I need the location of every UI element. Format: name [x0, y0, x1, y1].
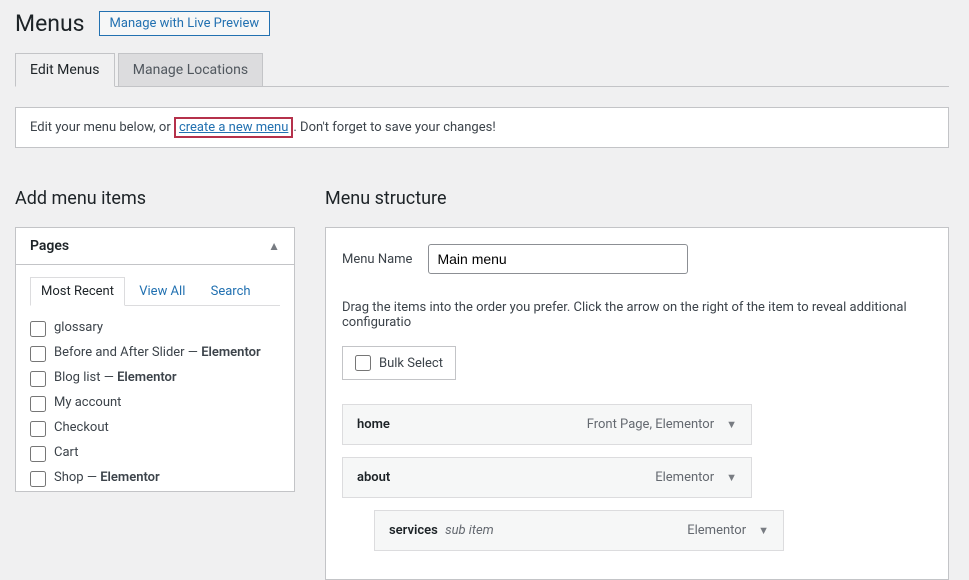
page-label: glossary: [54, 320, 103, 335]
menu-item-type: Front Page, Elementor: [587, 417, 714, 432]
menu-item-type: Elementor: [687, 523, 746, 538]
bulk-select-label: Bulk Select: [379, 356, 443, 371]
page-label: My account: [54, 395, 121, 410]
list-item: Cart: [30, 441, 272, 466]
subtab-most-recent[interactable]: Most Recent: [30, 277, 125, 306]
pages-postbox: Pages ▲ Most Recent View All Search glos…: [15, 227, 295, 492]
menu-item-home[interactable]: home Front Page, Elementor ▼: [342, 404, 752, 445]
add-menu-items-heading: Add menu items: [15, 188, 295, 209]
create-new-menu-link[interactable]: create a new menu: [179, 120, 288, 135]
manage-live-preview-button[interactable]: Manage with Live Preview: [99, 11, 271, 36]
menu-item-type: Elementor: [655, 470, 714, 485]
list-item: My account: [30, 391, 272, 416]
page-checkbox[interactable]: [30, 446, 46, 462]
chevron-down-icon[interactable]: ▼: [726, 471, 737, 484]
page-checkbox[interactable]: [30, 471, 46, 487]
bulk-select-row[interactable]: Bulk Select: [342, 346, 456, 380]
list-item: Before and After Slider — Elementor: [30, 341, 272, 366]
page-label: Before and After Slider — Elementor: [54, 345, 261, 360]
drag-hint-text: Drag the items into the order you prefer…: [342, 300, 932, 330]
pages-postbox-header[interactable]: Pages ▲: [16, 228, 294, 265]
list-item: Blog list — Elementor: [30, 366, 272, 391]
page-checkbox[interactable]: [30, 371, 46, 387]
page-label: Cart: [54, 445, 79, 460]
menu-name-input[interactable]: [428, 244, 688, 274]
notice-text-suffix: . Don't forget to save your changes!: [293, 120, 495, 135]
notice-banner: Edit your menu below, or create a new me…: [15, 107, 949, 148]
chevron-down-icon[interactable]: ▼: [758, 524, 769, 537]
page-title: Menus: [15, 10, 85, 37]
subtab-search[interactable]: Search: [200, 277, 262, 305]
collapse-icon: ▲: [268, 239, 280, 253]
menu-item-title: home: [357, 417, 390, 432]
page-checkbox[interactable]: [30, 346, 46, 362]
pages-subtabs: Most Recent View All Search: [30, 277, 280, 306]
menu-structure-panel: Menu Name Drag the items into the order …: [325, 227, 949, 580]
pages-postbox-title: Pages: [30, 238, 69, 254]
notice-text-prefix: Edit your menu below, or: [30, 120, 174, 135]
menu-item-about[interactable]: about Elementor ▼: [342, 457, 752, 498]
menu-item-title: about: [357, 470, 390, 485]
chevron-down-icon[interactable]: ▼: [726, 418, 737, 431]
menu-item-services[interactable]: services sub item Elementor ▼: [374, 510, 784, 551]
nav-tabs: Edit Menus Manage Locations: [15, 53, 949, 87]
list-item: Shop — Elementor: [30, 466, 272, 491]
page-label: Blog list — Elementor: [54, 370, 177, 385]
tab-manage-locations[interactable]: Manage Locations: [118, 53, 263, 86]
pages-list[interactable]: glossary Before and After Slider — Eleme…: [30, 316, 280, 491]
list-item: glossary: [30, 316, 272, 341]
page-checkbox[interactable]: [30, 396, 46, 412]
page-label: Checkout: [54, 420, 109, 435]
menu-structure-heading: Menu structure: [325, 188, 949, 209]
menu-item-title: services: [389, 523, 438, 538]
page-checkbox[interactable]: [30, 421, 46, 437]
page-checkbox[interactable]: [30, 321, 46, 337]
menu-item-subtitle: sub item: [445, 523, 494, 538]
subtab-view-all[interactable]: View All: [128, 277, 196, 305]
page-label: Shop — Elementor: [54, 470, 160, 485]
bulk-select-checkbox[interactable]: [355, 355, 371, 371]
list-item: Checkout: [30, 416, 272, 441]
menu-name-label: Menu Name: [342, 252, 412, 267]
tab-edit-menus[interactable]: Edit Menus: [15, 53, 115, 87]
